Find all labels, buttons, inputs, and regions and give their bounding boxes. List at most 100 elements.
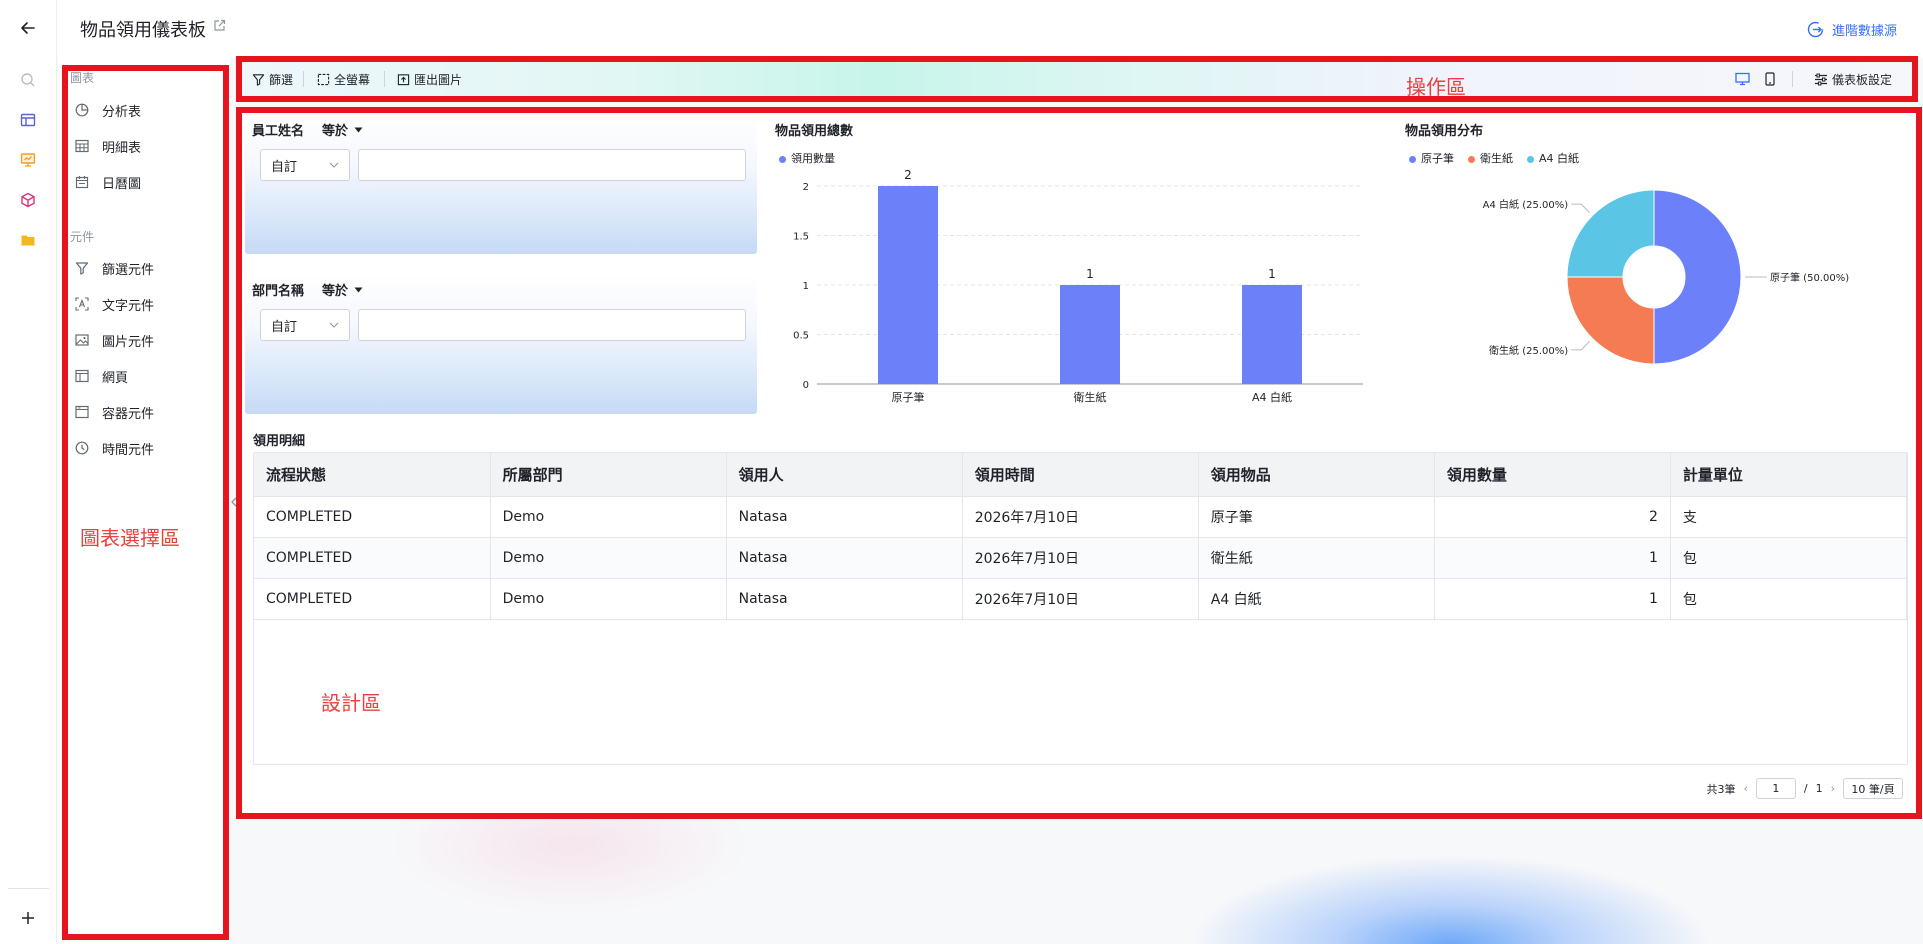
column-header[interactable]: 計量單位 bbox=[1670, 453, 1907, 497]
table-row[interactable]: COMPLETED Demo Natasa 2026年7月10日 衛生紙 1 包 bbox=[254, 537, 1907, 579]
x-tick-label: A4 白紙 bbox=[1252, 390, 1292, 404]
chart-item-detail-table[interactable]: 明細表 bbox=[74, 132, 214, 160]
search-icon[interactable] bbox=[14, 66, 42, 94]
operator-label: 等於 bbox=[322, 124, 349, 139]
chart-item-calendar[interactable]: 日曆圖 bbox=[74, 168, 214, 196]
operation-area-label: 操作區 bbox=[1406, 75, 1466, 99]
column-header[interactable]: 流程狀態 bbox=[254, 453, 491, 497]
component-item-filter[interactable]: 篩選元件 bbox=[74, 254, 214, 282]
filter-mode-select[interactable]: 自訂 bbox=[260, 149, 350, 181]
table-cell: 衛生紙 bbox=[1198, 537, 1435, 579]
table-cell: 2026年7月10日 bbox=[962, 537, 1199, 579]
filter-value-input[interactable] bbox=[358, 149, 746, 181]
slice-label: 衛生紙 (25.00%) bbox=[1489, 344, 1568, 357]
table-cell: Natasa bbox=[726, 578, 963, 620]
filter-mode-value: 自訂 bbox=[271, 319, 298, 335]
component-item-time[interactable]: 時間元件 bbox=[74, 434, 214, 462]
bar-chart-card[interactable]: 物品領用總數 領用數量 0 0.5 1 1.5 2 2 原子筆 1 衛生紙 1 A4 白紙 bbox=[767, 114, 1389, 418]
dashboard-icon[interactable] bbox=[14, 146, 42, 174]
pagination: 共3筆 ‹ 1 / 1 › 10 筆/頁 bbox=[1706, 778, 1903, 799]
table-cell: 包 bbox=[1670, 537, 1907, 579]
header: 物品領用儀表板 進階數據源 bbox=[57, 0, 1923, 58]
add-icon[interactable] bbox=[14, 904, 42, 932]
collapse-panel-toggle[interactable] bbox=[230, 494, 238, 510]
column-header[interactable]: 所屬部門 bbox=[490, 453, 727, 497]
chart-item-analysis-table[interactable]: 分析表 bbox=[74, 96, 214, 124]
operator-label: 等於 bbox=[322, 284, 349, 299]
component-item-webpage[interactable]: 網頁 bbox=[74, 362, 214, 390]
page-number-input[interactable]: 1 bbox=[1755, 778, 1796, 799]
filter-field-label: 部門名稱 bbox=[252, 284, 305, 299]
column-header[interactable]: 領用人 bbox=[726, 453, 963, 497]
advanced-data-source-button[interactable]: 進階數據源 bbox=[1807, 20, 1897, 39]
toolbar-divider bbox=[1792, 71, 1793, 87]
pie-slice[interactable] bbox=[1653, 189, 1742, 365]
table-body: COMPLETED Demo Natasa 2026年7月10日 原子筆 2 支 COMPLE… bbox=[254, 496, 1907, 620]
dashboard-settings-label: 儀表板設定 bbox=[1832, 72, 1893, 87]
operator-select[interactable]: 等於 bbox=[322, 120, 363, 139]
component-item-label: 時間元件 bbox=[102, 442, 155, 458]
caret-down-icon bbox=[354, 287, 363, 292]
x-tick-label: 衛生紙 bbox=[1074, 390, 1107, 404]
column-header[interactable]: 領用數量 bbox=[1434, 453, 1671, 497]
chart-selection-panel: 圖表 分析表 明細表 日曆圖 元件 篩選元件 文字元件 圖片元件 網頁 容器元件… bbox=[58, 58, 230, 944]
chevron-down-icon bbox=[329, 162, 339, 168]
table-cell: 原子筆 bbox=[1198, 496, 1435, 538]
column-header[interactable]: 領用物品 bbox=[1198, 453, 1435, 497]
mobile-view-button[interactable] bbox=[1759, 68, 1781, 90]
cube-icon[interactable] bbox=[14, 186, 42, 214]
chart-select-area-label: 圖表選擇區 bbox=[80, 526, 180, 550]
chart-item-label: 明細表 bbox=[102, 140, 142, 156]
back-arrow-icon[interactable] bbox=[14, 14, 42, 42]
pie-slice[interactable] bbox=[1566, 276, 1655, 365]
bar[interactable] bbox=[1242, 285, 1302, 384]
table-row[interactable]: COMPLETED Demo Natasa 2026年7月10日 原子筆 2 支 bbox=[254, 496, 1907, 538]
bar[interactable] bbox=[878, 186, 938, 384]
pie-slice[interactable] bbox=[1566, 189, 1655, 278]
component-item-label: 圖片元件 bbox=[102, 334, 155, 350]
caret-down-icon bbox=[354, 127, 363, 132]
pie-chart-card[interactable]: 物品領用分布 原子筆 衛生紙 A4 白紙 原子筆 (50.00%) 衛生紙 (25.0… bbox=[1397, 114, 1911, 418]
operation-toolbar: 篩選 全螢幕 匯出圖片 儀表板設定 bbox=[241, 61, 1915, 96]
table-cell: COMPLETED bbox=[254, 537, 491, 579]
filter-label: 篩選 bbox=[269, 72, 294, 87]
desktop-view-button[interactable] bbox=[1730, 68, 1755, 90]
y-tick-label: 0.5 bbox=[793, 331, 809, 342]
operator-select[interactable]: 等於 bbox=[322, 280, 363, 299]
page-size-select[interactable]: 10 筆/頁 bbox=[1843, 778, 1903, 799]
column-header[interactable]: 領用時間 bbox=[962, 453, 1199, 497]
export-image-label: 匯出圖片 bbox=[414, 72, 463, 87]
table-cell: 2026年7月10日 bbox=[962, 578, 1199, 620]
table-row[interactable]: COMPLETED Demo Natasa 2026年7月10日 A4 白紙 1 包 bbox=[254, 578, 1907, 620]
external-link-icon[interactable] bbox=[213, 19, 226, 36]
slice-label: A4 白紙 (25.00%) bbox=[1483, 198, 1569, 211]
component-item-text[interactable]: 文字元件 bbox=[74, 290, 214, 318]
fullscreen-button[interactable]: 全螢幕 bbox=[312, 68, 375, 90]
component-item-container[interactable]: 容器元件 bbox=[74, 398, 214, 426]
filter-button[interactable]: 篩選 bbox=[247, 68, 298, 90]
data-table-icon[interactable] bbox=[14, 106, 42, 134]
table-cell: COMPLETED bbox=[254, 496, 491, 538]
dashboard-settings-button[interactable]: 儀表板設定 bbox=[1809, 68, 1897, 90]
design-area-label: 設計區 bbox=[321, 691, 381, 715]
page-count: 1 bbox=[1815, 782, 1823, 795]
component-item-image[interactable]: 圖片元件 bbox=[74, 326, 214, 354]
y-tick-label: 0 bbox=[803, 380, 809, 391]
table-cell: Demo bbox=[490, 578, 727, 620]
advanced-data-source-label: 進階數據源 bbox=[1831, 24, 1897, 39]
component-item-label: 容器元件 bbox=[102, 406, 155, 422]
filter-mode-select[interactable]: 自訂 bbox=[260, 309, 350, 341]
bar-data-label: 1 bbox=[1268, 267, 1276, 281]
x-tick-label: 原子筆 bbox=[892, 390, 925, 404]
filter-header: 員工姓名 等於 bbox=[252, 120, 363, 139]
next-page-icon[interactable]: › bbox=[1831, 782, 1835, 795]
table-cell: A4 白紙 bbox=[1198, 578, 1435, 620]
bar[interactable] bbox=[1060, 285, 1120, 384]
prev-page-icon[interactable]: ‹ bbox=[1743, 782, 1747, 795]
filter-value-input[interactable] bbox=[358, 309, 746, 341]
export-image-button[interactable]: 匯出圖片 bbox=[392, 68, 467, 90]
fullscreen-icon bbox=[317, 73, 330, 85]
folder-icon[interactable] bbox=[14, 226, 42, 254]
pie-chart-plot: 原子筆 (50.00%) 衛生紙 (25.00%) A4 白紙 (25.00%) bbox=[1483, 189, 1849, 365]
export-image-icon bbox=[397, 73, 410, 85]
